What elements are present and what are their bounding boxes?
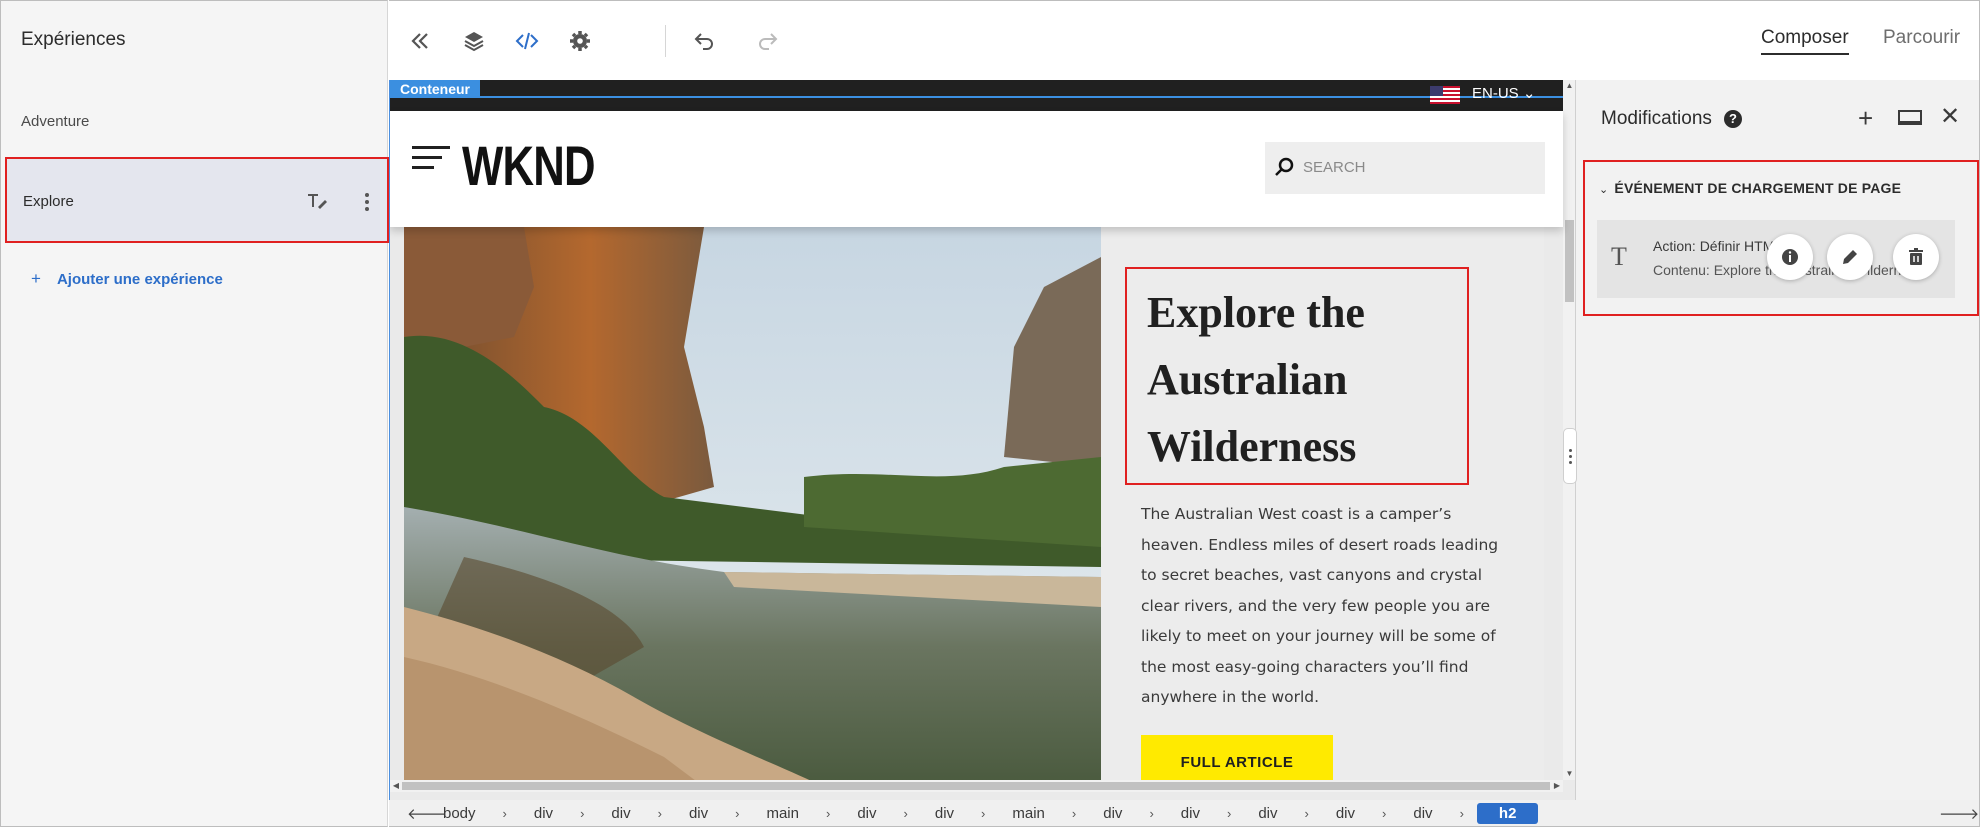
trash-icon [1909, 248, 1923, 265]
device-preview-icon[interactable] [1898, 110, 1922, 128]
add-experience-button[interactable]: + Ajouter une expérience [31, 269, 223, 289]
chevron-right-icon: › [502, 806, 507, 821]
close-icon[interactable]: ✕ [1940, 105, 1960, 129]
chevron-down-icon: ⌄ [1522, 85, 1536, 102]
panel-title: Modifications [1601, 108, 1712, 129]
canvas-horizontal-scrollbar[interactable]: ◀ ▶ [390, 780, 1563, 792]
panel-resize-handle[interactable] [1563, 428, 1577, 484]
tab-compose[interactable]: Composer [1761, 27, 1849, 55]
code-icon[interactable] [514, 28, 540, 54]
chevron-right-icon: › [903, 806, 908, 821]
scroll-left-icon[interactable]: ◀ [390, 780, 402, 792]
chevron-right-icon: › [1459, 806, 1464, 821]
scroll-thumb[interactable] [1565, 220, 1574, 302]
chevron-right-icon: › [1304, 806, 1309, 821]
breadcrumb-item[interactable]: div [1399, 805, 1446, 822]
help-icon[interactable]: ? [1724, 110, 1742, 128]
search-icon [1275, 157, 1294, 176]
search-placeholder: SEARCH [1303, 159, 1366, 176]
scroll-down-icon[interactable]: ▼ [1563, 768, 1575, 780]
breadcrumb-item[interactable]: main [752, 805, 813, 822]
article-headline[interactable]: Explore the Australian Wilderness [1147, 279, 1467, 480]
language-selector[interactable]: EN-US ⌄ [1472, 84, 1535, 102]
experiences-panel: Expériences Adventure Explore + Ajouter u… [0, 0, 389, 827]
language-label: EN-US [1472, 85, 1519, 102]
modification-card[interactable]: T Action: Définir HTML Contenu: Explore … [1597, 220, 1955, 298]
experience-item-adventure[interactable]: Adventure [21, 113, 89, 130]
container-tag[interactable]: Conteneur [390, 80, 480, 98]
breadcrumb-item[interactable]: div [675, 805, 722, 822]
chevron-right-icon: › [735, 806, 740, 821]
event-header-label: ÉVÉNEMENT DE CHARGEMENT DE PAGE [1614, 180, 1902, 196]
chevron-right-icon: › [1149, 806, 1154, 821]
layers-icon[interactable] [461, 28, 487, 54]
panel-title: Expériences [21, 29, 126, 50]
info-icon [1782, 249, 1798, 265]
menu-icon[interactable] [412, 146, 450, 172]
site-top-bar: Conteneur EN-US ⌄ [390, 80, 1563, 111]
plus-icon: + [31, 269, 41, 288]
delete-button[interactable] [1893, 234, 1939, 280]
tab-browse[interactable]: Parcourir [1883, 27, 1960, 49]
chevron-right-icon: › [657, 806, 662, 821]
experience-item-explore[interactable]: Explore [5, 157, 389, 243]
breadcrumb-item-active[interactable]: h2 [1476, 803, 1539, 824]
us-flag-icon [1430, 86, 1460, 104]
rename-icon[interactable] [306, 192, 328, 210]
chevron-right-icon: › [825, 806, 831, 821]
breadcrumb-item[interactable]: div [1322, 805, 1369, 822]
settings-icon[interactable] [567, 28, 593, 54]
text-type-icon: T [1611, 242, 1627, 271]
breadcrumb-item[interactable]: div [1167, 805, 1214, 822]
page-load-event-group: ⌄ ÉVÉNEMENT DE CHARGEMENT DE PAGE T Actio… [1583, 160, 1979, 316]
modifications-panel: Modifications ? + ✕ ⌄ ÉVÉNEMENT DE CHARGE… [1575, 80, 1980, 800]
add-icon[interactable]: + [1858, 105, 1873, 131]
scroll-thumb[interactable] [402, 782, 1550, 790]
site-header: WKND SEARCH [390, 111, 1563, 227]
selected-heading-outline[interactable]: Explore the Australian Wilderness [1125, 267, 1469, 485]
breadcrumb-item[interactable]: div [1089, 805, 1136, 822]
page-canvas: Conteneur EN-US ⌄ WKND SEARCH Explore th… [389, 80, 1575, 800]
breadcrumb-item[interactable]: div [520, 805, 567, 822]
undo-icon[interactable] [691, 28, 717, 54]
chevron-right-icon: › [1071, 806, 1077, 821]
arrow-right-icon[interactable]: 🡒 [1939, 804, 1979, 823]
top-toolbar: Composer Parcourir [389, 0, 1980, 80]
element-breadcrumb: 🡐 body › div › div › div › main › div › div › m… [389, 800, 1980, 827]
article-teaser: Explore the Australian Wilderness The Au… [404, 227, 1544, 791]
scroll-right-icon[interactable]: ▶ [1551, 780, 1563, 792]
pencil-icon [1843, 250, 1857, 264]
article-body: The Australian West coast is a camper’s … [1141, 505, 1499, 706]
breadcrumb-item[interactable]: div [921, 805, 968, 822]
chevron-right-icon: › [580, 806, 585, 821]
site-logo[interactable]: WKND [462, 133, 596, 198]
info-button[interactable] [1767, 234, 1813, 280]
add-experience-label: Ajouter une expérience [56, 271, 223, 288]
chevron-right-icon: › [1382, 806, 1387, 821]
breadcrumb-item[interactable]: div [843, 805, 890, 822]
redo-icon[interactable] [755, 28, 781, 54]
action-label: Action: Définir HTML [1653, 238, 1783, 254]
chevron-right-icon: › [1226, 806, 1232, 821]
breadcrumb-list: body › div › div › div › main › div › div › mai… [429, 800, 1539, 827]
breadcrumb-item[interactable]: div [1244, 805, 1291, 822]
event-group-header[interactable]: ⌄ ÉVÉNEMENT DE CHARGEMENT DE PAGE [1599, 180, 1901, 196]
edit-button[interactable] [1827, 234, 1873, 280]
breadcrumb-item[interactable]: main [998, 805, 1059, 822]
more-options-icon[interactable] [362, 192, 372, 212]
article-panel: Explore the Australian Wilderness The Au… [1101, 227, 1544, 791]
breadcrumb-item[interactable]: div [597, 805, 644, 822]
site-search-input[interactable]: SEARCH [1265, 142, 1545, 194]
container-outline [390, 96, 1563, 98]
toolbar-divider [665, 25, 666, 57]
chevron-right-icon: › [981, 806, 986, 821]
hero-image [404, 227, 1101, 787]
chevron-down-icon: ⌄ [1599, 184, 1609, 196]
breadcrumb-item[interactable]: body [429, 805, 490, 822]
experience-label: Explore [23, 193, 74, 210]
collapse-icon[interactable] [407, 28, 433, 54]
scroll-up-icon[interactable]: ▲ [1563, 80, 1575, 92]
